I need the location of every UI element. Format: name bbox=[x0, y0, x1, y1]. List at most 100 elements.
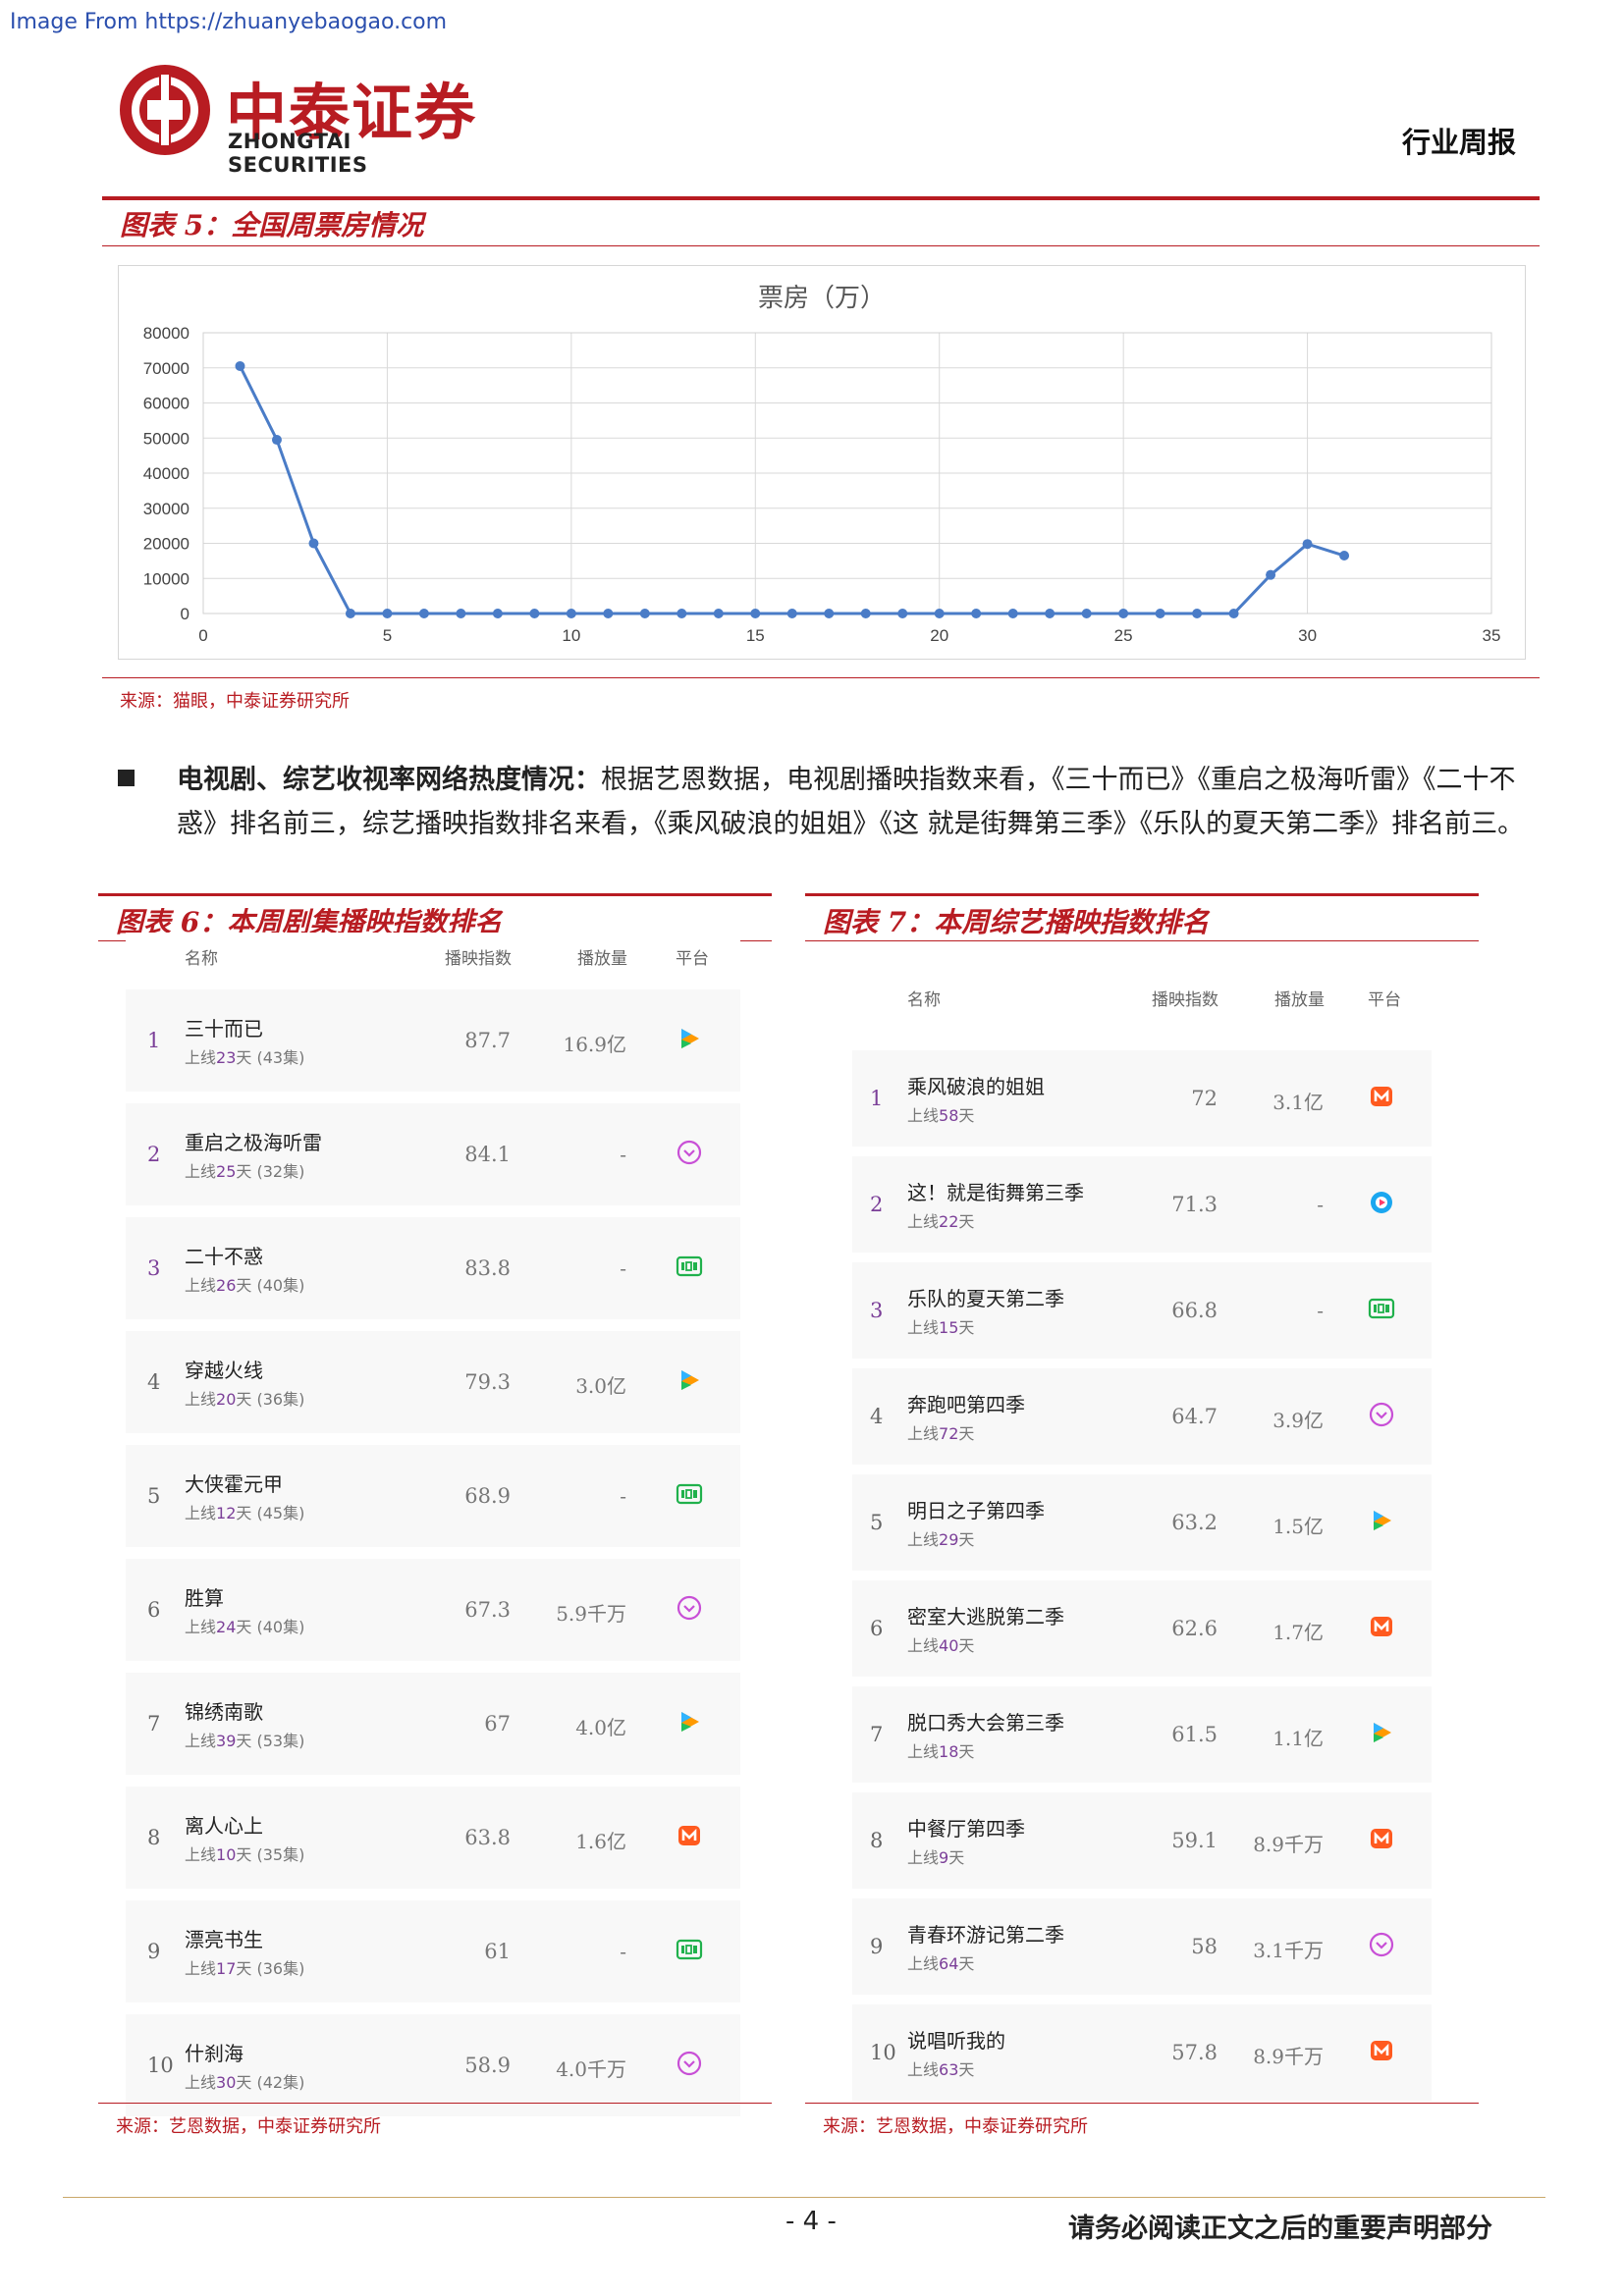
header-index: 播映指数 bbox=[1152, 990, 1218, 1010]
figure7-source: 来源：艺恩数据，中泰证券研究所 bbox=[823, 2116, 1088, 2137]
x-tick-label: 10 bbox=[562, 626, 580, 645]
rank-number: 5 bbox=[147, 1484, 161, 1508]
play-index: 61 bbox=[484, 1940, 511, 1963]
data-point bbox=[418, 609, 429, 618]
online-days: 上线26天 (40集) bbox=[185, 1272, 304, 1296]
brand-logo: 中泰证券 ZHONGTAI SECURITIES bbox=[116, 61, 489, 177]
title-name: 明日之子第四季 bbox=[907, 1499, 1045, 1522]
play-index: 57.8 bbox=[1171, 2041, 1218, 2064]
play-volume: - bbox=[620, 1940, 626, 1963]
rank-number: 2 bbox=[147, 1143, 161, 1166]
rank-number: 1 bbox=[870, 1087, 884, 1110]
online-suffix: 天 bbox=[958, 2060, 975, 2079]
play-volume: 3.1千万 bbox=[1253, 1939, 1324, 1962]
play-index: 68.9 bbox=[464, 1484, 511, 1508]
data-point bbox=[566, 609, 576, 618]
table-row: 7 锦绣南歌 上线39天 (53集) 67 4.0亿 bbox=[126, 1673, 740, 1775]
online-prefix: 上线 bbox=[185, 2073, 217, 2092]
title-name: 什刹海 bbox=[185, 2042, 244, 2065]
tv-variety-summary: 电视剧、综艺收视率网络热度情况：根据艺恩数据，电视剧播映指数来看，《三十而已》《… bbox=[118, 758, 1532, 846]
online-suffix: 天 (42集) bbox=[236, 2073, 305, 2092]
table-row: 6 密室大逃脱第二季 上线40天 62.6 1.7亿 bbox=[852, 1580, 1432, 1677]
online-suffix: 天 (35集) bbox=[236, 1845, 305, 1864]
data-point bbox=[308, 538, 319, 549]
tencent-platform-icon bbox=[676, 1025, 703, 1052]
data-point bbox=[934, 609, 945, 618]
online-suffix: 天 (53集) bbox=[236, 1732, 305, 1750]
online-prefix: 上线 bbox=[185, 1618, 217, 1636]
x-tick-label: 15 bbox=[746, 626, 765, 645]
figure5-source: 来源：猫眼，中泰证券研究所 bbox=[120, 691, 350, 712]
online-prefix: 上线 bbox=[907, 1212, 940, 1231]
online-suffix: 天 bbox=[958, 1636, 975, 1655]
play-volume: 1.1亿 bbox=[1272, 1727, 1324, 1750]
play-index: 83.8 bbox=[464, 1256, 511, 1280]
rank-number: 5 bbox=[870, 1511, 884, 1534]
logo-mark-icon bbox=[120, 65, 210, 155]
iqiyi-platform-icon bbox=[676, 1936, 703, 1963]
header-volume: 播放量 bbox=[577, 949, 627, 969]
rank-number: 6 bbox=[870, 1617, 884, 1640]
rank-number: 9 bbox=[870, 1935, 884, 1958]
online-suffix: 天 bbox=[958, 1424, 975, 1443]
data-point bbox=[750, 609, 761, 618]
play-volume: - bbox=[620, 1256, 626, 1280]
days-count: 40 bbox=[939, 1636, 959, 1655]
iqiyi-platform-icon bbox=[1368, 1295, 1395, 1322]
table-row: 3 二十不惑 上线26天 (40集) 83.8 - bbox=[126, 1217, 740, 1319]
iqiyi-platform-icon bbox=[676, 1253, 703, 1280]
data-point bbox=[713, 609, 724, 618]
days-count: 12 bbox=[216, 1504, 237, 1522]
online-prefix: 上线 bbox=[907, 1848, 940, 1867]
youku-platform-icon bbox=[1368, 1401, 1395, 1428]
play-index: 63.2 bbox=[1171, 1511, 1218, 1534]
play-index: 62.6 bbox=[1171, 1617, 1218, 1640]
x-tick-label: 25 bbox=[1114, 626, 1133, 645]
title-name: 乘风破浪的姐姐 bbox=[907, 1075, 1045, 1098]
table-row: 1 三十而已 上线23天 (43集) 87.7 16.9亿 bbox=[126, 989, 740, 1092]
rank-number: 9 bbox=[147, 1940, 161, 1963]
play-volume: 3.1亿 bbox=[1272, 1091, 1324, 1114]
days-count: 24 bbox=[216, 1618, 237, 1636]
data-point bbox=[677, 609, 687, 618]
days-count: 23 bbox=[216, 1048, 237, 1067]
x-tick-label: 0 bbox=[198, 626, 207, 645]
play-index: 63.8 bbox=[464, 1826, 511, 1849]
table-row: 10 说唱听我的 上线63天 57.8 8.9千万 bbox=[852, 2004, 1432, 2101]
play-index: 71.3 bbox=[1171, 1193, 1218, 1216]
header-platform: 平台 bbox=[1368, 990, 1401, 1010]
days-count: 18 bbox=[939, 1742, 959, 1761]
data-point bbox=[639, 609, 650, 618]
variety-ranking-table: 名称 播映指数 播放量 平台 1 乘风破浪的姐姐 上线58天 72 3.1亿 2 这！就是街… bbox=[852, 958, 1432, 2101]
data-point bbox=[1339, 551, 1350, 561]
online-days: 上线29天 bbox=[907, 1526, 974, 1550]
play-index: 58 bbox=[1191, 1935, 1218, 1958]
online-days: 上线72天 bbox=[907, 1420, 974, 1444]
youku-blue-platform-icon bbox=[1368, 1189, 1395, 1216]
online-suffix: 天 bbox=[958, 1530, 975, 1549]
header-name: 名称 bbox=[185, 949, 218, 969]
online-suffix: 天 bbox=[958, 1742, 975, 1761]
y-tick-label: 10000 bbox=[143, 569, 189, 588]
data-point bbox=[603, 609, 614, 618]
online-days: 上线18天 bbox=[907, 1738, 974, 1762]
data-point bbox=[824, 609, 835, 618]
data-point bbox=[1155, 609, 1165, 618]
table-row: 2 这！就是街舞第三季 上线22天 71.3 - bbox=[852, 1156, 1432, 1253]
y-tick-label: 40000 bbox=[143, 464, 189, 483]
days-count: 22 bbox=[939, 1212, 959, 1231]
online-prefix: 上线 bbox=[185, 1390, 217, 1409]
youku-platform-icon bbox=[676, 1139, 703, 1166]
online-suffix: 天 bbox=[958, 1212, 975, 1231]
days-count: 17 bbox=[216, 1959, 237, 1978]
data-point bbox=[271, 435, 282, 446]
days-count: 26 bbox=[216, 1276, 237, 1295]
online-prefix: 上线 bbox=[907, 1636, 940, 1655]
play-index: 84.1 bbox=[464, 1143, 511, 1166]
table-row: 5 大侠霍元甲 上线12天 (45集) 68.9 - bbox=[126, 1445, 740, 1547]
play-volume: - bbox=[620, 1484, 626, 1508]
report-type-label: 行业周报 bbox=[1402, 126, 1517, 159]
title-name: 穿越火线 bbox=[185, 1359, 263, 1382]
table-row: 4 奔跑吧第四季 上线72天 64.7 3.9亿 bbox=[852, 1368, 1432, 1465]
data-point bbox=[345, 609, 355, 618]
